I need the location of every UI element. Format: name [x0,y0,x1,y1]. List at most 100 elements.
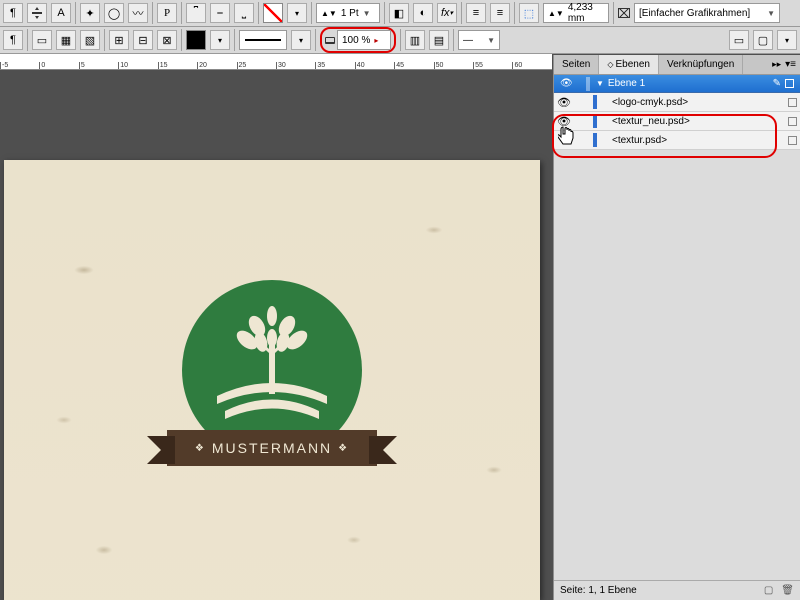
panel-footer: Seite: 1, 1 Ebene ▢ 🗑 [554,580,800,600]
panel-tab-controls: ▸▸ ▾≡ [768,55,800,74]
layer-item-row[interactable]: 👁 <logo-cmyk.psd> [554,93,800,112]
canvas-area[interactable]: ❖ MUSTERMANN ❖ [0,70,552,600]
fill-black-swatch[interactable] [186,30,206,50]
item-swatch [593,95,597,109]
sel-icon-2[interactable]: ▦ [56,30,76,50]
divider [311,2,312,24]
dist-icon-1[interactable]: ⊞ [109,30,129,50]
divider [75,2,76,24]
tool-ellipse-icon[interactable]: ◯ [104,3,124,23]
target-square[interactable] [785,79,794,88]
panels-dock: Seiten ◇Ebenen Verknüpfungen ▸▸ ▾≡ 👁 ▼ E… [553,55,800,600]
delete-layer-icon[interactable]: 🗑 [781,585,794,596]
divider [258,2,259,24]
tab-ebenen[interactable]: ◇Ebenen [599,55,659,74]
crop-frame-icon[interactable]: ⬚ [519,3,539,23]
layer-item-label: <textur_neu.psd> [602,116,784,127]
divider [453,29,454,51]
arrow-down-icon[interactable]: ▾ [287,3,307,23]
align-bottom-icon[interactable]: ⎵ [234,3,254,23]
zoom-value: 100 % [342,35,370,46]
display-icon [325,37,335,44]
disclosure-icon[interactable]: ▼ [596,79,604,88]
divider [27,29,28,51]
toolbar-row-1: ¶ A ✦ ◯ 〰 P ⎴ ⎯ ⎵ ▾ ▲▼ 1 Pt ▼ ◧ ◐ fx▾ ≡ … [0,0,800,27]
document-page[interactable]: ❖ MUSTERMANN ❖ [4,160,540,600]
tool-a-small-icon[interactable]: A [51,3,71,23]
panel-tabs: Seiten ◇Ebenen Verknüpfungen ▸▸ ▾≡ [554,55,800,75]
new-layer-icon[interactable]: ▢ [764,585,773,596]
shadow-icon[interactable]: ◧ [389,3,409,23]
line-style-preview[interactable] [239,30,287,50]
banner-ornament-right: ❖ [338,443,349,454]
dist-icon-3[interactable]: ⊠ [157,30,177,50]
tool-paragraph-icon[interactable]: ¶ [3,3,23,23]
tool-type-p-icon[interactable]: P [157,3,177,23]
target-square[interactable] [788,136,797,145]
cursor-pointer-icon [558,126,574,146]
zoom-dropdown[interactable]: 100 % ▸ [337,30,391,50]
item-swatch [593,114,597,128]
tool-anchor-icon[interactable]: ✦ [80,3,100,23]
align-top-icon[interactable]: ⎴ [186,3,206,23]
cap-dropdown[interactable]: —▼ [458,30,500,50]
dist-icon-2[interactable]: ⊟ [133,30,153,50]
target-square[interactable] [788,98,797,107]
stroke-weight-value: 1 Pt [341,8,359,19]
tool-text-controls-icon[interactable] [27,3,47,23]
tree-icon [207,298,337,438]
fx-button[interactable]: fx▾ [437,3,457,23]
layer-name: Ebene 1 [608,78,645,89]
layer-item-row[interactable]: 👁 <textur_neu.psd> [554,112,800,131]
frame-style-dropdown[interactable]: [Einfacher Grafikrahmen] ▼ [634,3,780,23]
divider [152,2,153,24]
sel-icon-1[interactable]: ▭ [32,30,52,50]
layer-item-label: <textur.psd> [602,135,784,146]
dimension-value: 4,233 mm [568,2,604,24]
panel-footer-text: Seite: 1, 1 Ebene [560,585,637,596]
layer-item-row[interactable]: <textur.psd> [554,131,800,150]
wrap-left-icon[interactable]: ≡ [466,3,486,23]
divider [400,29,401,51]
pen-icon[interactable]: ✎ [773,78,781,89]
eye-icon[interactable]: 👁 [560,78,574,89]
logo-banner: ❖ MUSTERMANN ❖ [167,430,377,466]
tab-verknuepfungen[interactable]: Verknüpfungen [659,55,743,74]
divider [181,29,182,51]
banner-ornament-left: ❖ [195,443,206,454]
align-rows-icon[interactable]: ▤ [429,30,449,50]
target-square[interactable] [788,117,797,126]
arrow-down-icon[interactable]: ▾ [291,30,311,50]
wrap-right-icon[interactable]: ≡ [490,3,510,23]
divider [461,2,462,24]
feather-icon[interactable]: ◐ [413,3,433,23]
stroke-weight-dropdown[interactable]: ▲▼ 1 Pt ▼ [316,3,380,23]
tab-seiten[interactable]: Seiten [554,55,599,74]
collapse-icon[interactable]: ▸▸ [772,59,781,70]
banner-text: MUSTERMANN [212,440,332,456]
arrow-down-icon[interactable]: ▾ [210,30,230,50]
para-icon[interactable]: ¶ [3,30,23,50]
panel-menu-icon[interactable]: ▾≡ [785,59,796,70]
dock-icon-1[interactable]: ▭ [729,30,749,50]
divider [315,29,316,51]
graphic-frame-icon [618,8,630,18]
arrow-down-icon[interactable]: ▾ [777,30,797,50]
stroke-none-swatch[interactable] [263,3,283,23]
align-center-v-icon[interactable]: ⎯ [210,3,230,23]
align-cols-icon[interactable]: ▥ [405,30,425,50]
logo-group: ❖ MUSTERMANN ❖ [167,280,377,466]
tool-curve-icon[interactable]: 〰 [128,3,148,23]
divider [384,2,385,24]
layer-header[interactable]: 👁 ▼ Ebene 1 ✎ [554,75,800,93]
layer-color-swatch [586,77,590,91]
divider [104,29,105,51]
dimension-field[interactable]: ▲▼ 4,233 mm [543,3,609,23]
sel-icon-3[interactable]: ▧ [80,30,100,50]
zoom-highlight: 100 % ▸ [320,27,396,53]
divider [181,2,182,24]
ruler-horizontal: -5 0 5 10 15 20 25 30 35 40 45 50 55 60 [0,54,552,70]
dock-icon-2[interactable]: ▢ [753,30,773,50]
visibility-toggle[interactable]: 👁 [554,96,574,109]
divider [234,29,235,51]
